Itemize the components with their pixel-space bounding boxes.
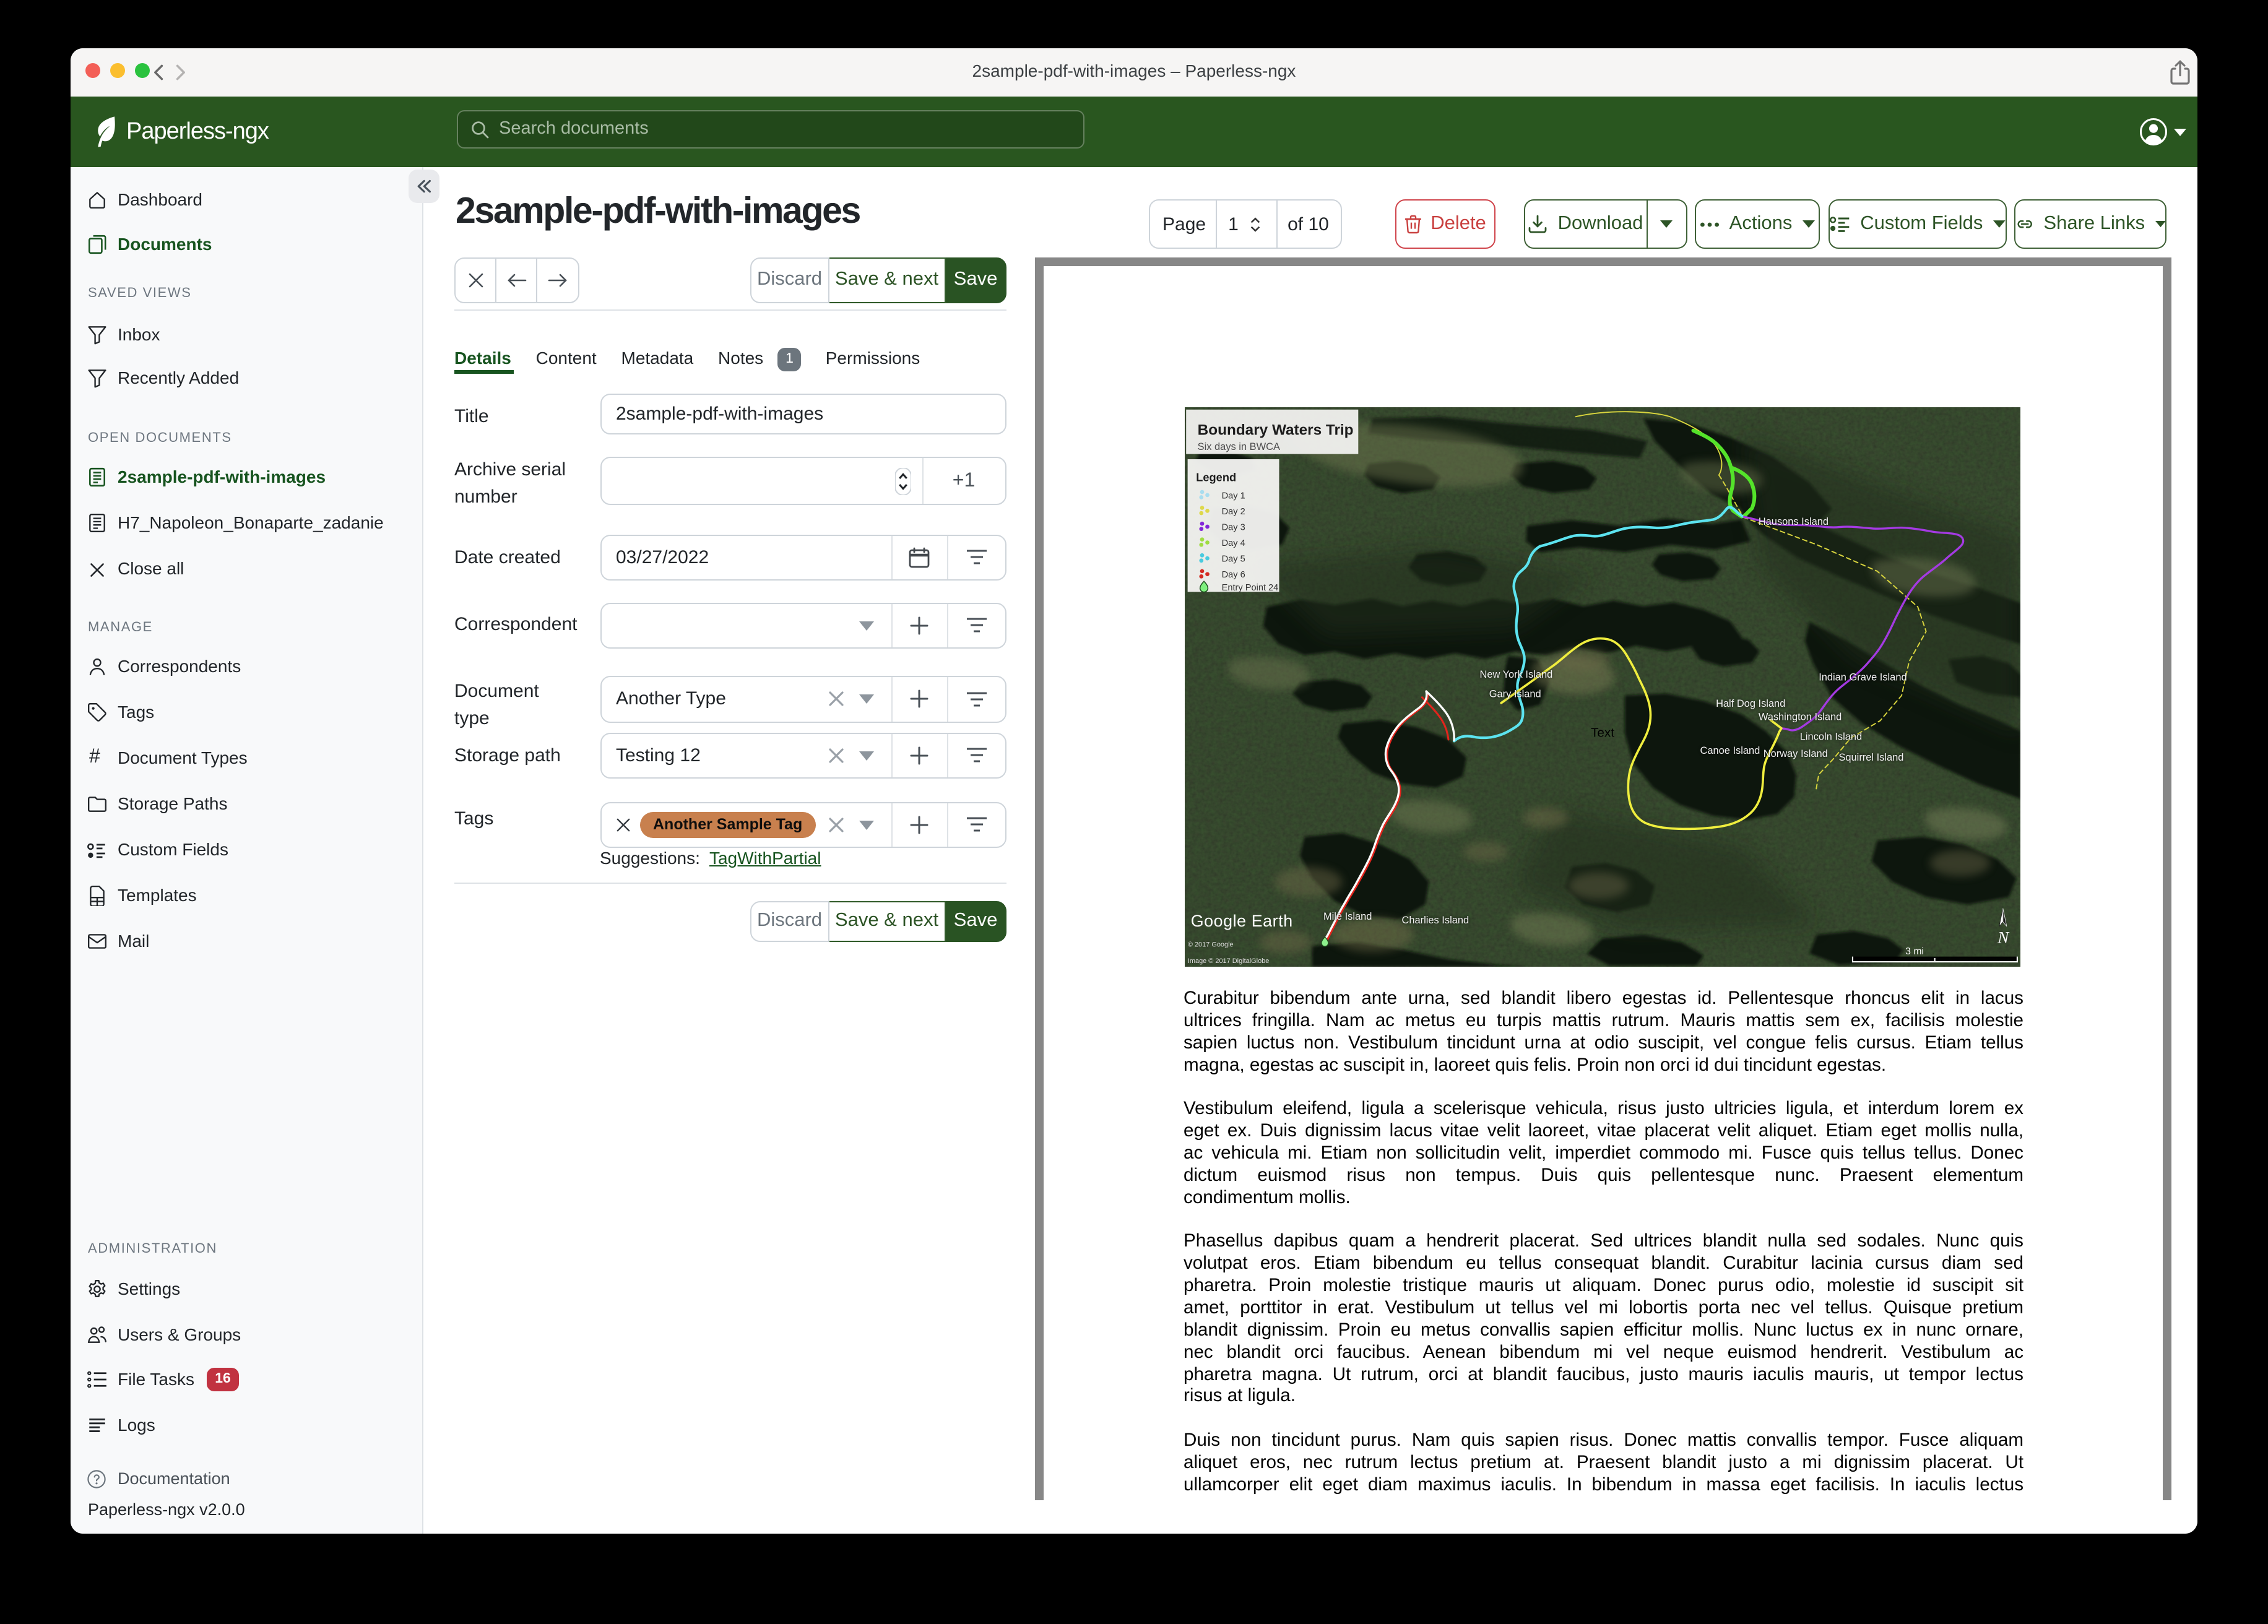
svg-text:Lincoln Island: Lincoln Island (1799, 732, 1861, 743)
svg-text:© 2017 Google: © 2017 Google (1187, 941, 1233, 949)
svg-text:Text: Text (1590, 726, 1614, 740)
svg-text:Hausons Island: Hausons Island (1758, 516, 1828, 527)
svg-text:Google Earth: Google Earth (1190, 912, 1292, 930)
svg-text:Norway Island: Norway Island (1763, 748, 1827, 759)
svg-text:Day 4: Day 4 (1221, 538, 1245, 548)
svg-text:Day 2: Day 2 (1221, 507, 1245, 517)
svg-text:Entry Point 24: Entry Point 24 (1221, 583, 1278, 593)
svg-text:Day 3: Day 3 (1221, 522, 1245, 532)
svg-text:Day 6: Day 6 (1221, 570, 1245, 580)
svg-text:Charlies Island: Charlies Island (1401, 915, 1469, 926)
svg-text:Image © 2017 DigitalGlobe: Image © 2017 DigitalGlobe (1187, 957, 1268, 965)
svg-text:New York Island: New York Island (1479, 669, 1552, 680)
svg-text:3 mi: 3 mi (1905, 946, 1923, 957)
svg-text:Gary Island: Gary Island (1489, 689, 1541, 700)
svg-text:Boundary Waters Trip: Boundary Waters Trip (1197, 421, 1353, 438)
svg-text:Day 5: Day 5 (1221, 555, 1245, 564)
svg-text:Half Dog Island: Half Dog Island (1715, 698, 1785, 709)
svg-text:Day 1: Day 1 (1221, 491, 1245, 501)
svg-text:Squirrel Island: Squirrel Island (1838, 752, 1903, 763)
svg-text:Canoe Island: Canoe Island (1700, 745, 1760, 756)
svg-text:Mile Island: Mile Island (1323, 911, 1371, 922)
svg-text:N: N (1996, 928, 2009, 947)
svg-text:Six days in BWCA: Six days in BWCA (1197, 441, 1279, 452)
svg-text:Legend: Legend (1195, 470, 1236, 483)
svg-text:Washington Island: Washington Island (1758, 711, 1841, 722)
svg-text:Indian Grave Island: Indian Grave Island (1818, 672, 1906, 683)
